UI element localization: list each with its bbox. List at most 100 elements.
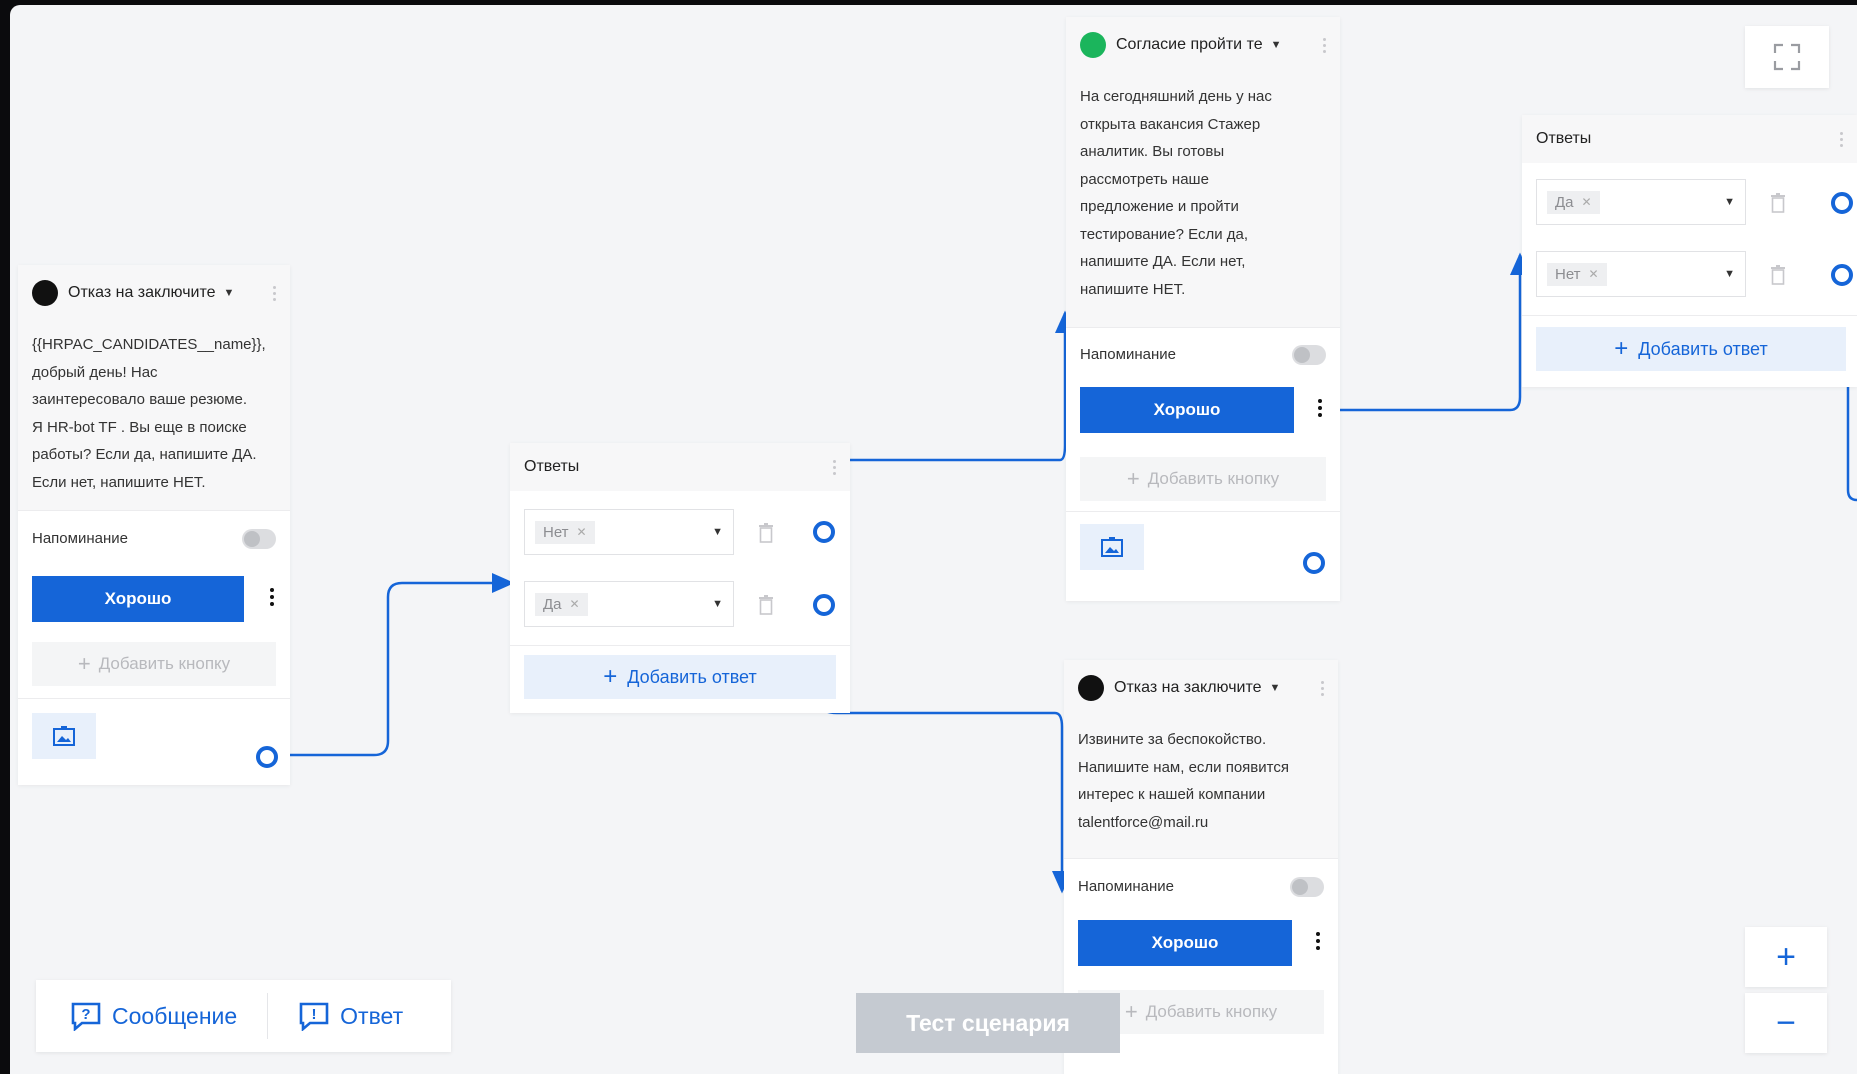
connector-answers1-card2: [820, 310, 1075, 530]
answers-title: Ответы: [524, 458, 580, 475]
fullscreen-button[interactable]: [1745, 26, 1829, 88]
trash-icon[interactable]: [1770, 265, 1786, 285]
toolbar-divider: [267, 993, 269, 1039]
reminder-label: Напоминание: [32, 530, 128, 547]
remove-chip-icon[interactable]: ✕: [570, 597, 580, 611]
message-text[interactable]: На сегодняшний день у нас открыта ваканс…: [1066, 73, 1340, 327]
svg-text:!: !: [312, 1006, 317, 1023]
answer-chip: Нет ✕: [1547, 262, 1607, 286]
ok-button[interactable]: Хорошо: [32, 576, 244, 622]
answer-select-1[interactable]: Да ✕ ▼: [1536, 179, 1746, 225]
add-answer-button[interactable]: + Добавить ответ: [1536, 327, 1846, 371]
image-upload-button[interactable]: [1080, 524, 1144, 570]
answers-card-1[interactable]: Ответы Нет ✕ ▼ Да ✕ ▼ + Добавить ответ: [510, 443, 850, 713]
button-row: Хорошо: [1064, 914, 1338, 990]
card-title: Отказ на заключите: [68, 284, 216, 301]
svg-text:?: ?: [81, 1006, 90, 1023]
add-button-label: Добавить кнопку: [98, 654, 231, 673]
chevron-down-icon[interactable]: ▼: [1271, 39, 1282, 51]
test-scenario-button[interactable]: Тест сценария: [856, 993, 1120, 1053]
reminder-label: Напоминание: [1080, 346, 1176, 363]
card-header[interactable]: Отказ на заключите ▼: [18, 265, 290, 321]
remove-chip-icon[interactable]: ✕: [1582, 195, 1592, 209]
plus-icon: +: [1614, 335, 1629, 362]
message-exclamation-icon: !: [299, 1002, 329, 1031]
more-menu-icon[interactable]: [1323, 37, 1326, 53]
trash-icon[interactable]: [1770, 193, 1786, 213]
media-row: [1066, 511, 1340, 588]
button-more-icon[interactable]: [270, 588, 274, 606]
output-port[interactable]: [256, 746, 278, 768]
add-answer-toolbar-button[interactable]: ! Ответ: [298, 1001, 403, 1031]
answers-header: Ответы: [1522, 115, 1857, 163]
trash-icon[interactable]: [758, 523, 774, 543]
remove-chip-icon[interactable]: ✕: [577, 525, 587, 539]
message-card-2[interactable]: Согласие пройти те ▼ На сегодняшний день…: [1066, 17, 1340, 601]
more-menu-icon[interactable]: [833, 459, 836, 475]
plus-icon: +: [77, 651, 91, 676]
answer-select-1[interactable]: Нет ✕ ▼: [524, 509, 734, 555]
zoom-out-button[interactable]: −: [1745, 993, 1827, 1053]
button-row: Хорошо: [1066, 381, 1340, 457]
remove-chip-icon[interactable]: ✕: [1589, 267, 1599, 281]
chevron-down-icon[interactable]: ▼: [712, 526, 723, 538]
connector-answers1-card3: [820, 603, 1072, 894]
image-icon: [1101, 537, 1123, 557]
image-icon: [53, 726, 75, 746]
reminder-toggle[interactable]: [242, 528, 276, 549]
reminder-label: Напоминание: [1078, 878, 1174, 895]
more-menu-icon[interactable]: [273, 285, 276, 301]
chevron-down-icon[interactable]: ▼: [712, 598, 723, 610]
more-menu-icon[interactable]: [1321, 680, 1324, 696]
answer-select-2[interactable]: Да ✕ ▼: [524, 581, 734, 627]
answer-port-1[interactable]: [1831, 192, 1853, 214]
plus-icon: +: [1124, 999, 1138, 1024]
message-text[interactable]: {{HRPAC_CANDIDATES__name}}, добрый день!…: [18, 321, 290, 510]
answers-title: Ответы: [1536, 130, 1592, 147]
button-more-icon[interactable]: [1316, 932, 1320, 950]
reminder-toggle[interactable]: [1290, 876, 1324, 897]
image-upload-button[interactable]: [32, 713, 96, 759]
message-question-icon: ?: [71, 1002, 101, 1031]
add-button[interactable]: + Добавить кнопку: [1080, 457, 1326, 501]
add-message-button[interactable]: ? Сообщение: [70, 1001, 237, 1031]
more-menu-icon[interactable]: [1840, 131, 1843, 147]
answers-card-2[interactable]: Ответы Да ✕ ▼ Нет ✕ ▼ + Добавить ответ: [1522, 115, 1857, 387]
ok-button[interactable]: Хорошо: [1080, 387, 1294, 433]
reminder-row: Напоминание: [1064, 858, 1338, 914]
reminder-row: Напоминание: [18, 510, 290, 566]
card-title: Согласие пройти те: [1116, 36, 1263, 53]
answer-port-1[interactable]: [813, 521, 835, 543]
status-dot: [1078, 675, 1104, 701]
message-card-1[interactable]: Отказ на заключите ▼ {{HRPAC_CANDIDATES_…: [18, 265, 290, 785]
plus-icon: +: [1776, 937, 1796, 976]
answer-port-2[interactable]: [1831, 264, 1853, 286]
chevron-down-icon[interactable]: ▼: [224, 287, 235, 299]
ok-button[interactable]: Хорошо: [1078, 920, 1292, 966]
answers-header: Ответы: [510, 443, 850, 491]
answer-port-2[interactable]: [813, 594, 835, 616]
chevron-down-icon[interactable]: ▼: [1724, 268, 1735, 280]
status-dot: [32, 280, 58, 306]
message-text[interactable]: Извините за беспокойство. Напишите нам, …: [1064, 716, 1338, 858]
output-port[interactable]: [1303, 552, 1325, 574]
zoom-in-button[interactable]: +: [1745, 927, 1827, 987]
answer-chip: Нет ✕: [535, 520, 595, 544]
connector-card2-answers2: [1310, 252, 1530, 561]
reminder-toggle[interactable]: [1292, 344, 1326, 365]
add-button[interactable]: + Добавить кнопку: [32, 642, 276, 686]
add-answer-button[interactable]: + Добавить ответ: [524, 655, 836, 699]
flow-canvas[interactable]: Отказ на заключите ▼ {{HRPAC_CANDIDATES_…: [10, 5, 1857, 1074]
chevron-down-icon[interactable]: ▼: [1724, 196, 1735, 208]
card-header[interactable]: Согласие пройти те ▼: [1066, 17, 1340, 73]
chevron-down-icon[interactable]: ▼: [1270, 682, 1281, 694]
fullscreen-icon: [1773, 43, 1801, 71]
button-more-icon[interactable]: [1318, 399, 1322, 417]
answer-chip: Да ✕: [1547, 190, 1600, 214]
card-header[interactable]: Отказ на заключите ▼: [1064, 660, 1338, 716]
trash-icon[interactable]: [758, 595, 774, 615]
add-message-label: Сообщение: [112, 1002, 238, 1029]
card-title: Отказ на заключите: [1114, 679, 1262, 696]
answer-select-2[interactable]: Нет ✕ ▼: [1536, 251, 1746, 297]
bottom-toolbar: ? Сообщение ! Ответ: [36, 980, 451, 1052]
